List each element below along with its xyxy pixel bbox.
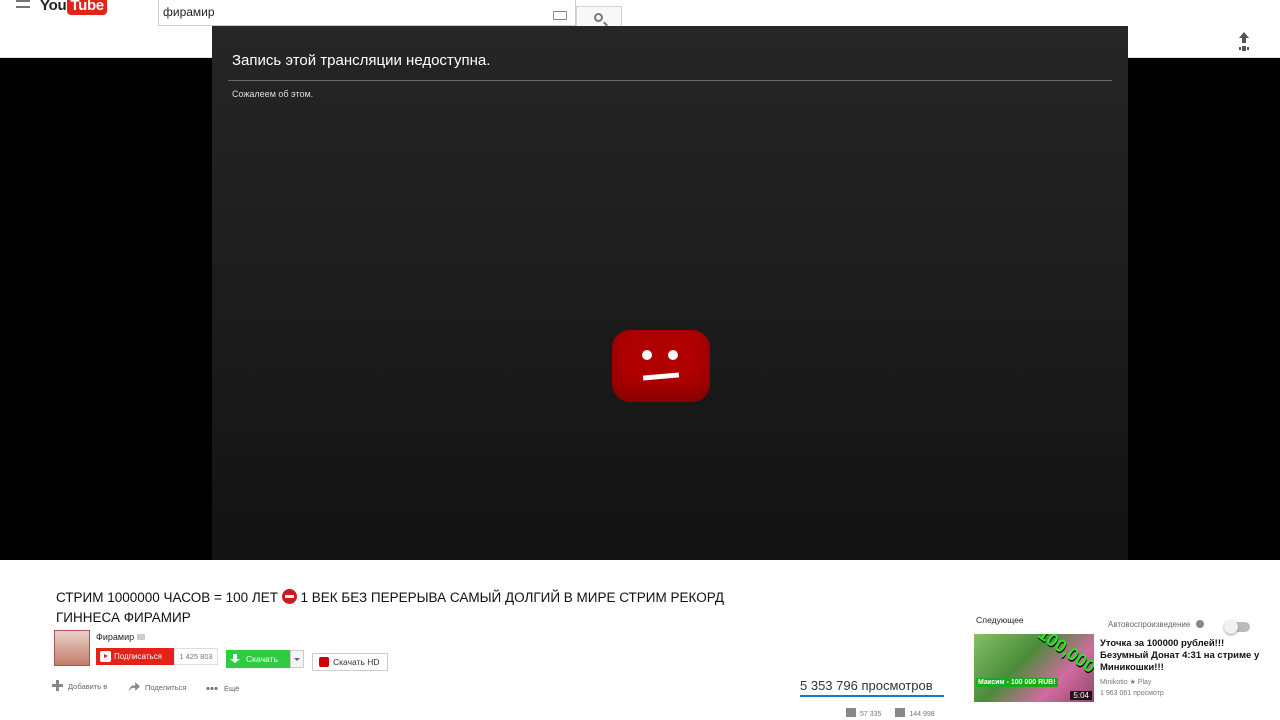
autoplay-label: Автовоспроизведение xyxy=(1108,620,1205,629)
error-divider xyxy=(228,80,1112,81)
video-player[interactable]: Запись этой трансляции недоступна. Сожал… xyxy=(212,26,1128,578)
more-dots-icon xyxy=(206,687,218,690)
like-count: 57 335 xyxy=(860,711,882,718)
upload-icon[interactable] xyxy=(1236,32,1252,50)
subscribe-button[interactable]: Подписаться xyxy=(96,648,174,665)
share-icon xyxy=(128,682,140,691)
thumbnail-caption: Максим - 100 000 RUB! xyxy=(976,678,1058,687)
sad-eye-left xyxy=(642,350,652,360)
video-duration: 5:04 xyxy=(1070,691,1092,700)
search-box xyxy=(158,0,576,26)
verified-icon xyxy=(137,634,146,640)
next-video-thumbnail[interactable]: 100,000 Максим - 100 000 RUB! 5:04 xyxy=(974,634,1094,702)
next-video-views: 1 963 061 просмотр xyxy=(1100,690,1164,697)
thumbs-up-icon[interactable] xyxy=(846,708,856,717)
channel-avatar[interactable] xyxy=(54,630,90,666)
video-info-panel: СТРИМ 1000000 ЧАСОВ = 100 ЛЕТ 1 ВЕК БЕЗ … xyxy=(0,560,1280,720)
keyboard-icon[interactable] xyxy=(553,11,567,20)
up-next-label: Следующее xyxy=(976,615,1024,625)
youtube-play-icon xyxy=(100,651,111,662)
plus-icon xyxy=(52,680,63,691)
download-label: Скачать xyxy=(246,654,278,664)
search-icon xyxy=(594,13,603,22)
thumbs-down-icon[interactable] xyxy=(895,708,906,717)
subscriber-count: 1 425 803 xyxy=(174,648,218,665)
next-video-channel[interactable]: Minikotio ★ Play xyxy=(1100,678,1151,686)
error-subtitle: Сожалеем об этом. xyxy=(232,89,314,99)
subscribe-label: Подписаться xyxy=(114,652,162,661)
download-button[interactable]: Скачать xyxy=(226,650,290,668)
more-label: Ещё xyxy=(224,684,240,693)
dislike-count: 144 998 xyxy=(909,711,935,718)
menu-icon[interactable] xyxy=(16,0,30,8)
add-to-label: Добавить в xyxy=(68,682,108,691)
download-dropdown[interactable] xyxy=(290,650,304,668)
logo-text-tube: Tube xyxy=(67,0,107,15)
share-button[interactable]: Поделиться xyxy=(128,682,186,692)
logo-text-you: You xyxy=(40,0,67,14)
video-title-part1: СТРИМ 1000000 ЧАСОВ = 100 ЛЕТ xyxy=(56,590,278,605)
download-icon xyxy=(230,654,240,663)
sad-eye-right xyxy=(668,350,678,360)
sad-mouth xyxy=(642,372,680,381)
autoplay-toggle[interactable] xyxy=(1224,620,1250,634)
autoplay-text: Автовоспроизведение xyxy=(1108,620,1191,629)
no-entry-icon xyxy=(281,589,297,604)
error-title: Запись этой трансляции недоступна. xyxy=(232,52,491,69)
channel-name[interactable]: Фирамир xyxy=(96,632,146,642)
download-hd-label: Скачать HD xyxy=(333,657,380,667)
channel-name-text: Фирамир xyxy=(96,632,135,642)
youtube-logo[interactable]: You Tube xyxy=(40,0,107,15)
search-input[interactable] xyxy=(163,3,543,21)
thumbnail-big-text: 100,000 xyxy=(1034,634,1094,677)
share-label: Поделиться xyxy=(145,683,187,692)
hd-download-icon xyxy=(319,657,329,667)
download-hd-button[interactable]: Скачать HD xyxy=(312,653,388,671)
like-bar: 57 335 144 998 xyxy=(846,708,935,718)
more-button[interactable]: Ещё xyxy=(206,684,239,693)
add-to-button[interactable]: Добавить в xyxy=(52,680,107,691)
next-video-title[interactable]: Уточка за 100000 рублей!!! Безумный Дона… xyxy=(1100,638,1260,674)
video-title: СТРИМ 1000000 ЧАСОВ = 100 ЛЕТ 1 ВЕК БЕЗ … xyxy=(56,588,736,628)
info-icon[interactable] xyxy=(1196,620,1205,628)
view-count: 5 353 796 просмотров xyxy=(800,678,944,697)
sad-youtube-icon xyxy=(612,330,710,402)
